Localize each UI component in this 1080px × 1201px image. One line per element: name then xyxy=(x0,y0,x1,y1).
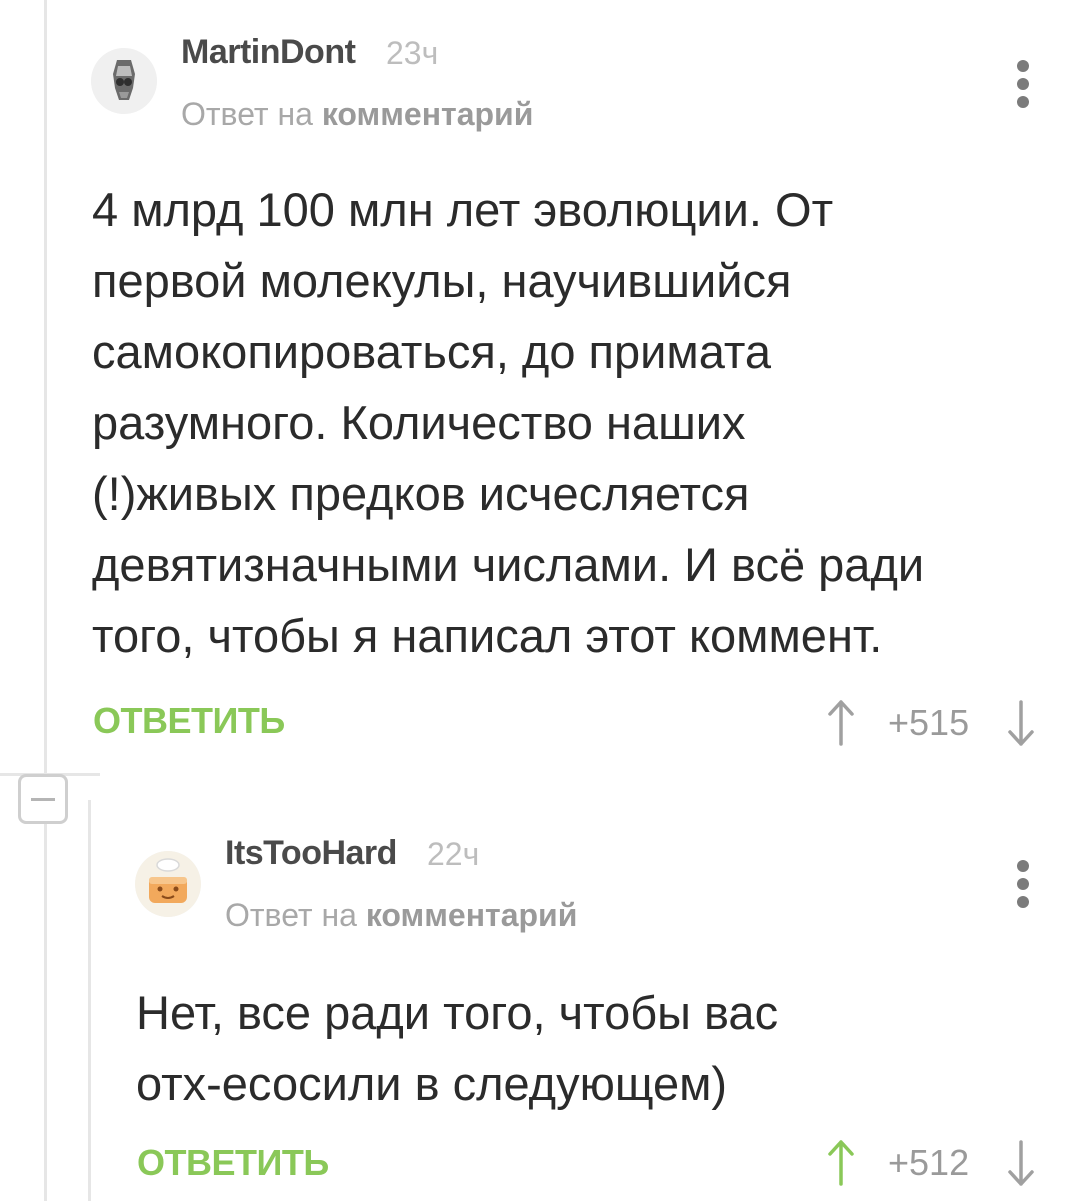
comment-time: 23ч xyxy=(386,35,439,71)
comment-line: Нет, все ради того, чтобы вас xyxy=(136,986,779,1039)
comment-line: разумного. Количество наших xyxy=(92,396,746,449)
comment-line: отх-есосили в следующем) xyxy=(136,1057,728,1110)
reply-to-line: Ответ на комментарий xyxy=(181,96,533,133)
comment-author[interactable]: MartinDont xyxy=(181,33,356,72)
rating-score: +512 xyxy=(888,1142,970,1183)
vote-controls: +512 xyxy=(820,1138,1040,1198)
comment-line: (!)живых предков исчесляется xyxy=(92,467,750,520)
reply-button[interactable]: ОТВЕТИТЬ xyxy=(137,1142,329,1184)
reply-to-link[interactable]: комментарий xyxy=(322,96,534,132)
thread-line xyxy=(44,0,47,1201)
comment-line: девятизначными числами. И всё ради xyxy=(92,538,925,591)
skull-avatar-icon[interactable] xyxy=(91,48,157,114)
reply-to-link[interactable]: комментарий xyxy=(366,897,578,933)
more-vertical-icon[interactable] xyxy=(1011,60,1035,120)
collapse-thread-button[interactable] xyxy=(18,774,68,824)
vote-controls: +515 xyxy=(820,698,1040,758)
comment-body: Нет, все ради того, чтобы вас отх-есосил… xyxy=(136,977,1056,1119)
comment-line: 4 млрд 100 млн лет эволюции. От xyxy=(92,183,834,236)
reply-button[interactable]: ОТВЕТИТЬ xyxy=(93,700,285,742)
arrow-up-icon[interactable] xyxy=(826,1138,856,1188)
comment-line: самокопироваться, до примата xyxy=(92,325,771,378)
reply-to-line: Ответ на комментарий xyxy=(225,897,577,934)
reply-to-prefix: Ответ на xyxy=(181,96,313,132)
comment-body: 4 млрд 100 млн лет эволюции. От первой м… xyxy=(92,174,1052,671)
more-vertical-icon[interactable] xyxy=(1011,860,1035,920)
nested-thread-line xyxy=(88,800,91,1201)
rating-score: +515 xyxy=(888,702,970,743)
arrow-down-icon[interactable] xyxy=(1006,1138,1036,1188)
comment-author[interactable]: ItsTooHard xyxy=(225,834,397,873)
minus-collapse-icon xyxy=(31,798,55,801)
reply-to-prefix: Ответ на xyxy=(225,897,357,933)
comment-line: первой молекулы, научившийся xyxy=(92,254,792,307)
arrow-down-icon[interactable] xyxy=(1006,698,1036,748)
comment-line: того, чтобы я написал этот коммент. xyxy=(92,609,883,662)
arrow-up-icon[interactable] xyxy=(826,698,856,748)
cake-avatar-icon[interactable] xyxy=(135,851,201,917)
comment-time: 22ч xyxy=(427,836,480,872)
